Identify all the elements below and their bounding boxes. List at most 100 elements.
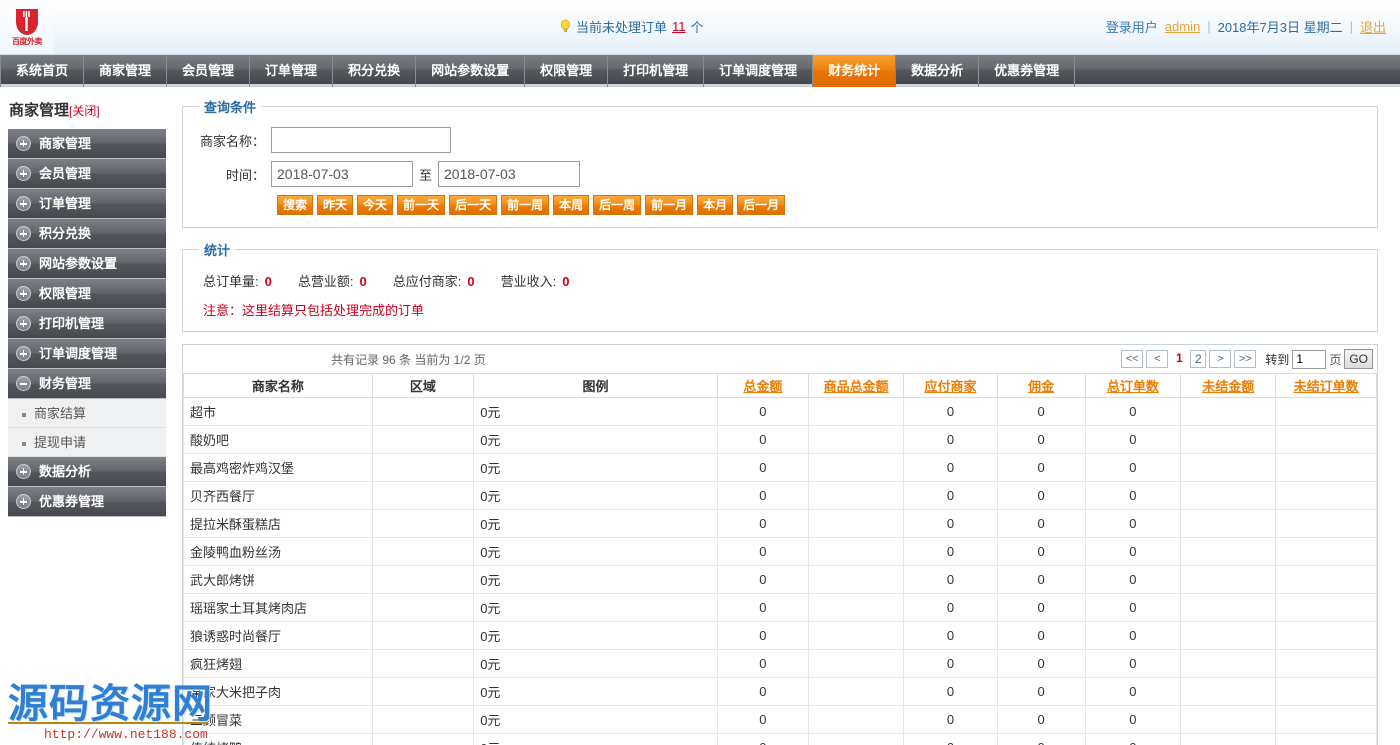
date-to-input[interactable] (438, 161, 581, 187)
cell-goods_total (807, 509, 905, 538)
sidebar-group-4[interactable]: 网站参数设置 (8, 249, 166, 279)
query-button-10[interactable]: 后一月 (737, 195, 786, 215)
cell-goods_total (807, 649, 905, 678)
sidebar-group-9[interactable]: 数据分析 (8, 457, 166, 487)
nav-item-10[interactable]: 数据分析 (896, 55, 980, 87)
cell-legend: 0元 (473, 537, 718, 566)
cell-goods_total (807, 397, 905, 426)
logout-link[interactable]: 退出 (1360, 17, 1386, 36)
bullet-icon (22, 412, 26, 417)
plus-icon (16, 494, 31, 509)
query-button-9[interactable]: 本月 (697, 195, 734, 215)
nav-item-9[interactable]: 财务统计 (813, 55, 897, 87)
cell-unsettled_amt (1180, 509, 1277, 538)
sidebar-group-6[interactable]: 打印机管理 (8, 309, 166, 339)
cell-name: 超市 (183, 397, 373, 426)
sidebar-group-10[interactable]: 优惠券管理 (8, 487, 166, 517)
table-header-7[interactable]: 总订单数 (1084, 373, 1182, 398)
nav-item-7[interactable]: 打印机管理 (608, 55, 705, 87)
date-from-input[interactable] (271, 161, 413, 187)
sidebar-group-1[interactable]: 会员管理 (8, 159, 166, 189)
table-header-3[interactable]: 总金额 (716, 373, 809, 398)
record-count-text: 共有记录 96 条 当前为 1/2 页 (331, 352, 486, 367)
page-number-2[interactable]: 2 (1190, 350, 1207, 368)
go-button[interactable]: GO (1344, 349, 1373, 369)
page-last-button[interactable]: >> (1234, 350, 1257, 368)
sidebar-group-label: 优惠券管理 (39, 493, 105, 509)
cell-payable: 0 (903, 677, 998, 706)
table-header-9[interactable]: 未结订单数 (1275, 373, 1377, 398)
merchant-name-input[interactable] (271, 127, 451, 153)
cell-payable: 0 (903, 397, 998, 426)
stat-label-2: 总应付商家: (392, 274, 462, 289)
notice-count[interactable]: 11 (672, 19, 686, 34)
sidebar-group-8[interactable]: 财务管理 (8, 369, 166, 399)
query-button-5[interactable]: 前一周 (501, 195, 550, 215)
cell-commission: 0 (996, 705, 1086, 734)
page-prev-button[interactable]: < (1146, 350, 1169, 368)
nav-item-3[interactable]: 订单管理 (250, 55, 334, 87)
sidebar-group-label: 积分兑换 (39, 225, 92, 241)
query-button-8[interactable]: 前一月 (645, 195, 694, 215)
cell-commission: 0 (996, 537, 1086, 566)
table-row: 瑶瑶家土耳其烤肉店 0元 0 0 0 0 (183, 593, 1377, 622)
query-button-3[interactable]: 前一天 (397, 195, 446, 215)
table-header-4[interactable]: 商品总金额 (807, 373, 905, 398)
sidebar-group-0[interactable]: 商家管理 (8, 129, 166, 159)
sidebar-group-label: 权限管理 (39, 285, 92, 301)
sidebar-group-7[interactable]: 订单调度管理 (8, 339, 166, 369)
query-button-1[interactable]: 昨天 (317, 195, 354, 215)
stats-panel: 统计 总订单量: 0 总营业额: 0 总应付商家: 0 营业收入: 0 注意：这里结算只包括处… (182, 240, 1378, 332)
table-header-1: 区域 (371, 373, 475, 398)
sidebar-title-text: 商家管理 (9, 102, 70, 119)
date-range-separator: 至 (419, 167, 433, 183)
site-logo[interactable]: 百度外卖 (0, 0, 54, 54)
sidebar-group-5[interactable]: 权限管理 (8, 279, 166, 309)
table-header-5[interactable]: 应付商家 (903, 373, 998, 398)
cell-legend: 0元 (473, 509, 718, 538)
query-panel: 查询条件 商家名称： 时间： 至 搜索昨天今天前一天后一天前一周本周后一周前一月… (182, 97, 1378, 228)
nav-item-2[interactable]: 会员管理 (167, 55, 251, 87)
stat-value-0: 0 (264, 274, 272, 289)
cell-legend: 0元 (473, 425, 718, 454)
nav-item-5[interactable]: 网站参数设置 (416, 55, 526, 87)
query-button-6[interactable]: 本周 (553, 195, 590, 215)
cell-area (371, 733, 475, 745)
cell-payable: 0 (903, 481, 998, 510)
sidebar-title: 商家管理[关闭] (4, 97, 172, 129)
page-next-button[interactable]: > (1209, 350, 1232, 368)
minus-icon (16, 376, 31, 391)
nav-item-6[interactable]: 权限管理 (525, 55, 609, 87)
cell-payable: 0 (903, 537, 998, 566)
page-number-1[interactable]: 1 (1171, 350, 1187, 368)
query-button-2[interactable]: 今天 (357, 195, 394, 215)
cell-total: 0 (716, 453, 809, 482)
time-label: 时间： (225, 167, 265, 183)
sidebar-group-3[interactable]: 积分兑换 (8, 219, 166, 249)
query-button-7[interactable]: 后一周 (593, 195, 642, 215)
sidebar-subitem-8-0[interactable]: 商家结算 (8, 399, 166, 428)
cell-payable: 0 (903, 621, 998, 650)
query-button-0[interactable]: 搜索 (277, 195, 314, 215)
table-header-6[interactable]: 佣金 (996, 373, 1086, 398)
sidebar-group-2[interactable]: 订单管理 (8, 189, 166, 219)
cell-name: 瑶瑶家土耳其烤肉店 (183, 593, 373, 622)
cell-goods_total (807, 565, 905, 594)
nav-item-4[interactable]: 积分兑换 (333, 55, 417, 87)
nav-item-11[interactable]: 优惠券管理 (979, 55, 1076, 87)
page-first-button[interactable]: << (1121, 350, 1144, 368)
jump-to-input[interactable] (1292, 349, 1327, 369)
bullet-icon (22, 441, 26, 446)
cell-orders: 0 (1084, 677, 1182, 706)
cell-total: 0 (716, 509, 809, 538)
username-link[interactable]: admin (1165, 19, 1200, 34)
cell-name: 某家大米把子肉 (183, 677, 373, 706)
nav-item-1[interactable]: 商家管理 (84, 55, 168, 87)
nav-item-0[interactable]: 系统首页 (0, 55, 85, 87)
sidebar-close-link[interactable]: [关闭] (69, 104, 100, 118)
pagination-controls: << < 1 2 > >> 转到 页 GO (1121, 349, 1373, 369)
table-header-8[interactable]: 未结金额 (1180, 373, 1277, 398)
query-button-4[interactable]: 后一天 (449, 195, 498, 215)
sidebar-subitem-8-1[interactable]: 提现申请 (8, 428, 166, 457)
nav-item-8[interactable]: 订单调度管理 (704, 55, 814, 87)
